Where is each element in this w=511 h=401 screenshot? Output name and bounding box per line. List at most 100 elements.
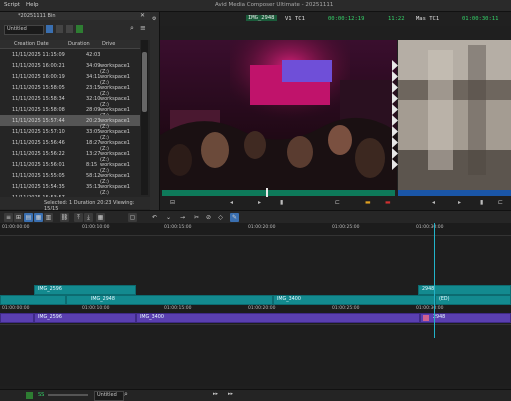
green-icon[interactable] xyxy=(26,392,33,399)
bin-row[interactable]: 11/11/2025 15:54:35 35:13 workspace1 (Z:) xyxy=(0,181,140,196)
clear-marks-icon[interactable]: ⊏ xyxy=(335,199,340,206)
segment-mode-icon[interactable]: ▥ xyxy=(44,213,53,222)
bin-row[interactable]: 11/11/2025 15:57:10 33:05 workspace1 (Z:) xyxy=(0,126,140,141)
search-icon[interactable]: ⌕ xyxy=(124,390,128,399)
ruler-tick: 01:00:30:00 xyxy=(416,225,444,230)
source-monitor-frame[interactable] xyxy=(160,40,397,190)
play-icon[interactable]: ▸ xyxy=(258,199,261,206)
bin-cell-date: 11/11/2025 15:56:01 xyxy=(12,162,65,168)
chevron-down-icon[interactable]: ⌄ xyxy=(164,213,173,222)
smart-tool-icon[interactable]: ▤ xyxy=(24,213,33,222)
bottom-icon[interactable]: ⤓ xyxy=(84,213,93,222)
track-height-icon[interactable]: ⊞ xyxy=(14,213,23,222)
top-icon[interactable]: ⤒ xyxy=(74,213,83,222)
mark-in-icon[interactable]: ⊟ xyxy=(170,199,175,206)
bin-row[interactable]: 11/11/2025 16:00:21 34:09 workspace1 (Z:) xyxy=(0,60,140,75)
rec-play-icon[interactable]: ▸ xyxy=(458,199,461,206)
fast-forward-icon[interactable]: ▸▸ xyxy=(213,391,218,397)
bin-cell-duration: 33:05 xyxy=(86,129,101,135)
rec-step-back-icon[interactable]: ◂ xyxy=(432,199,435,206)
bin-panel: *20251111 Bin ✕ Untitled ⌕ ≡ Creation Da… xyxy=(0,12,151,212)
clip[interactable] xyxy=(0,313,34,323)
bin-row[interactable]: 11/11/2025 16:00:19 34:11 workspace1 (Z:) xyxy=(0,71,140,86)
bin-scroll-thumb[interactable] xyxy=(142,52,147,112)
bin-row[interactable]: 11/11/2025 15:56:22 13:27 workspace1 (Z:) xyxy=(0,148,140,163)
bin-cell-date: 11/11/2025 15:57:44 xyxy=(12,118,65,124)
arrow-icon[interactable]: → xyxy=(178,213,187,222)
clip[interactable]: IMG_2596 xyxy=(34,285,136,295)
no-entry-icon[interactable]: ⊘ xyxy=(204,213,213,222)
panel-tab-strip[interactable]: ⚙ xyxy=(150,12,160,210)
lift-icon[interactable]: ⊏ xyxy=(498,199,503,206)
bin-row[interactable]: 11/11/2025 15:58:34 32:10 workspace1 (Z:) xyxy=(0,93,140,108)
search-icon[interactable]: ⌕ xyxy=(130,24,134,33)
record-tc-label[interactable]: Mas TC1 xyxy=(416,16,439,22)
source-timecode: 00:00:12:19 xyxy=(328,16,365,22)
bin-cell-date: 11/11/2025 15:58:05 xyxy=(12,85,65,91)
record-monitor-frame[interactable] xyxy=(398,40,511,190)
col-drive[interactable]: Drive xyxy=(102,41,115,47)
step-back-icon[interactable]: ◂ xyxy=(230,199,233,206)
menu-help[interactable]: Help xyxy=(26,2,39,8)
monitor-icon[interactable]: ▢ xyxy=(128,213,137,222)
clip[interactable]: IMG_2596 xyxy=(34,313,136,323)
bin-row[interactable]: 11/11/2025 15:58:0828:09workspace1 (Z:) xyxy=(0,104,140,119)
menu-script[interactable]: Script xyxy=(4,2,20,8)
clip[interactable]: 2948 xyxy=(418,285,511,295)
clip[interactable]: (ED) xyxy=(435,295,511,305)
bin-cell-duration: 32:10 xyxy=(86,96,101,102)
bin-cell-duration: 42:03 xyxy=(86,52,101,58)
splice-icon[interactable]: ▬ xyxy=(365,199,371,206)
ruler-tick: 01:00:20:00 xyxy=(248,306,276,311)
source-clip-name[interactable]: IMG_2948 xyxy=(246,15,277,21)
clip[interactable]: IMG_3400 xyxy=(273,295,435,305)
link-icon[interactable]: ⛓ xyxy=(60,213,69,222)
keyframe-icon[interactable]: ◇ xyxy=(216,213,225,222)
bin-cell-date: 11/11/2025 15:57:10 xyxy=(12,129,65,135)
ff-end-icon[interactable]: ▸▸ xyxy=(228,391,233,397)
lift-overwrite-icon[interactable]: ▦ xyxy=(34,213,43,222)
col-duration[interactable]: Duration xyxy=(68,41,90,47)
bin-cell-date: 11/11/2025 15:55:05 xyxy=(12,173,65,179)
timeline-menu-icon[interactable]: ≡ xyxy=(4,213,13,222)
list-view-icon[interactable] xyxy=(56,25,63,33)
bin-row[interactable]: 11/11/2025 15:58:05 23:15 workspace1 (Z:) xyxy=(0,82,140,97)
playhead[interactable] xyxy=(434,223,435,338)
clip[interactable]: IMG_3400 xyxy=(136,313,420,323)
ruler-tick: 01:00:25:00 xyxy=(332,306,360,311)
monitor-header: IMG_2948 V1 TC1 00:00:12:19 11:22 Mas TC… xyxy=(160,12,511,26)
bin-row[interactable]: 11/11/2025 15:57:44 20:23 workspace1 (Z:) xyxy=(0,115,140,130)
gear-icon[interactable]: ⚙ xyxy=(152,16,156,22)
source-tc-label[interactable]: TC1 xyxy=(295,16,305,22)
bin-cell-date: 11/11/2025 15:56:22 xyxy=(12,151,65,157)
clip[interactable] xyxy=(0,295,66,305)
bin-row[interactable]: 11/11/2025 15:56:46 18:27 workspace1 (Z:) xyxy=(0,137,140,152)
ruler-tick: 01:00:10:00 xyxy=(82,306,110,311)
lock-icon[interactable] xyxy=(76,25,83,33)
bin-row[interactable]: 11/11/2025 15:55:05 58:12 workspace1 (Z:) xyxy=(0,170,140,185)
effect-icon[interactable]: ✎ xyxy=(230,213,239,222)
bin-cell-duration: 34:11 xyxy=(86,74,101,80)
bin-view-select[interactable]: Untitled xyxy=(4,25,44,35)
mark-out-icon[interactable]: ▮ xyxy=(280,199,283,206)
undo-icon[interactable]: ↶ xyxy=(150,213,159,222)
menu-bar: Script Help Avid Media Composer Ultimate… xyxy=(0,0,511,12)
frame-view-icon[interactable] xyxy=(46,25,53,33)
zoom-label: SS xyxy=(38,392,45,398)
app-title: Avid Media Composer Ultimate - 20251111 xyxy=(215,2,334,8)
bin-cell-duration: 34:09 xyxy=(86,63,101,69)
rec-mark-out-icon[interactable]: ▮ xyxy=(480,199,483,206)
bin-toolbar: Untitled ⌕ ≡ xyxy=(0,20,150,40)
close-icon[interactable]: ✕ xyxy=(140,12,145,19)
menu-icon[interactable]: ≡ xyxy=(140,24,146,32)
bin-row[interactable]: 11/11/2025 11:15:09 42:03 xyxy=(0,49,140,60)
zoom-slider[interactable] xyxy=(48,394,88,396)
ruler-tick: 01:00:00:00 xyxy=(2,306,30,311)
overwrite-icon[interactable]: ▬ xyxy=(385,199,391,206)
bin-row[interactable]: 11/11/2025 15:56:01 8:15 workspace1 (Z:) xyxy=(0,159,140,174)
clip[interactable]: IMG_2948 xyxy=(66,295,273,305)
col-creation-date[interactable]: Creation Date xyxy=(14,41,49,47)
cut-icon[interactable]: ✂ xyxy=(192,213,201,222)
script-view-icon[interactable] xyxy=(66,25,73,33)
grid-icon[interactable]: ▦ xyxy=(96,213,105,222)
